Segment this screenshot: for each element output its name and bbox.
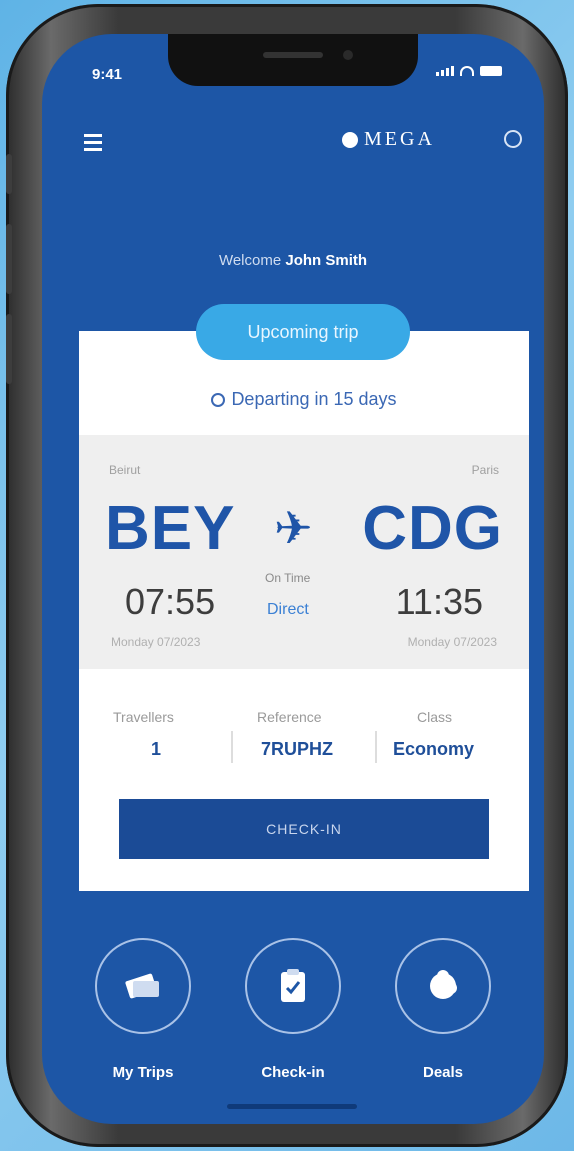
- phone-frame: 9:41 MEGA Welcome John Smith Upcoming tr…: [6, 4, 568, 1147]
- welcome-prefix: Welcome: [218, 252, 282, 269]
- reference-value: 7RUPHZ: [261, 739, 334, 759]
- nav-label: Deals: [422, 1064, 464, 1081]
- ticket-icon[interactable]: [95, 938, 191, 1034]
- flight-status-value: Direct: [267, 601, 309, 618]
- mute-switch: [6, 154, 12, 194]
- destination-label: Paris: [471, 463, 499, 477]
- departure-time: 07:55: [125, 581, 216, 622]
- departing-text: Departing in 15 days: [231, 389, 397, 409]
- brand-logo: MEGA: [342, 128, 435, 151]
- arrival-date: Monday 07/2023: [407, 635, 497, 649]
- reference-label: Reference: [257, 709, 322, 725]
- speaker: [263, 52, 323, 58]
- nav-deals[interactable]: Deals: [388, 938, 498, 1081]
- volume-up-button: [6, 224, 12, 294]
- origin-code: BEY: [105, 494, 236, 563]
- welcome-message: Welcome John Smith: [42, 252, 544, 269]
- trip-card: Departing in 15 days Beirut Paris BEY ✈ …: [79, 331, 529, 891]
- notch: [168, 34, 418, 86]
- battery-icon: [480, 66, 502, 76]
- route-panel: Beirut Paris BEY ✈ CDG 07:55 On Time Dir…: [79, 435, 529, 669]
- class-value: Economy: [393, 739, 475, 759]
- nav-check-in[interactable]: Check-in: [238, 938, 348, 1081]
- clipboard-icon[interactable]: [245, 938, 341, 1034]
- departure-date: Monday 07/2023: [111, 635, 201, 649]
- signal-icon: [436, 66, 454, 76]
- status-icons: [436, 66, 502, 76]
- arrival-time: 11:35: [395, 581, 483, 622]
- travellers-value: 1: [151, 739, 162, 759]
- nav-label: Check-in: [261, 1064, 325, 1081]
- app-screen: 9:41 MEGA Welcome John Smith Upcoming tr…: [42, 34, 544, 1124]
- travellers-label: Travellers: [113, 709, 174, 725]
- upcoming-trip-badge[interactable]: Upcoming trip: [196, 304, 410, 360]
- wifi-icon: [460, 66, 474, 76]
- tag-icon[interactable]: [395, 938, 491, 1034]
- departing-countdown: Departing in 15 days: [79, 389, 529, 410]
- nav-label: My Trips: [112, 1064, 174, 1081]
- cedar-logo-icon: [342, 131, 358, 148]
- home-indicator[interactable]: [227, 1104, 357, 1109]
- origin-label: Beirut: [109, 463, 141, 477]
- camera-icon: [343, 50, 353, 60]
- class-label: Class: [417, 709, 453, 725]
- plane-icon: ✈: [274, 502, 313, 554]
- check-in-button[interactable]: CHECK-IN: [119, 799, 489, 859]
- status-time: 9:41: [92, 66, 123, 83]
- hamburger-menu-icon[interactable]: [84, 134, 102, 155]
- welcome-name: John Smith: [285, 252, 368, 269]
- clock-icon: [211, 392, 226, 407]
- volume-down-button: [6, 314, 12, 384]
- notification-icon[interactable]: [504, 130, 522, 148]
- flight-status-label: On Time: [265, 571, 311, 585]
- info-divider: [231, 731, 233, 763]
- brand-name: MEGA: [364, 128, 435, 150]
- info-divider: [375, 731, 377, 763]
- destination-code: CDG: [362, 494, 503, 563]
- nav-my-trips[interactable]: My Trips: [88, 938, 198, 1081]
